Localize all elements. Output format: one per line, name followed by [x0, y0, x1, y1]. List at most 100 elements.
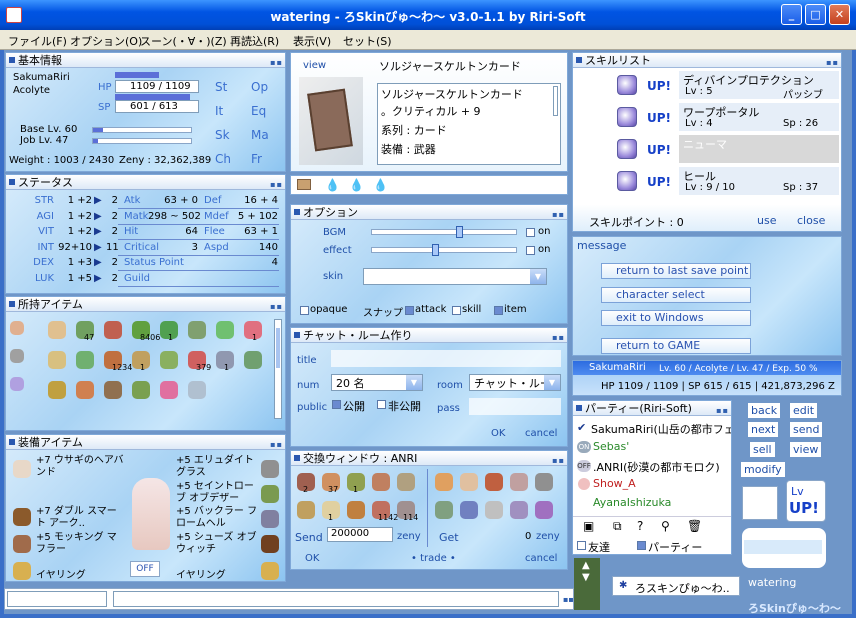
chat-ok-button[interactable]: OK: [491, 428, 505, 439]
send-button[interactable]: send: [790, 422, 823, 437]
equip-glasses[interactable]: +5 エリュダイト グラス: [176, 455, 258, 479]
snap-skill-checkbox[interactable]: [452, 306, 461, 315]
menu-soon[interactable]: スーン(・∀・)(Z): [140, 33, 227, 49]
inventory-item-icon[interactable]: [188, 381, 206, 399]
stat-up-arrow-icon[interactable]: ▶: [94, 195, 102, 206]
party-tool-2-icon[interactable]: ⧉: [613, 519, 622, 534]
trade-get-item-icon[interactable]: [485, 473, 503, 491]
chat-title-input[interactable]: [331, 350, 561, 367]
taskbar-item[interactable]: ✱ ろスキンぴゅ〜わ..: [612, 576, 740, 596]
inventory-item-icon[interactable]: [48, 321, 66, 339]
trade-send-item-icon[interactable]: [372, 473, 390, 491]
equip-robe[interactable]: +5 セイントローブ オブデザー: [176, 481, 258, 505]
view-button[interactable]: view: [790, 442, 822, 457]
trade-get-item-icon[interactable]: [535, 473, 553, 491]
chat-room-header[interactable]: チャット・ルーム作り ▪▪: [291, 328, 567, 343]
opaque-checkbox[interactable]: [300, 306, 309, 315]
skill-up-button[interactable]: UP!: [647, 111, 671, 125]
minimize-button[interactable]: _: [781, 4, 802, 25]
empty-slot[interactable]: [742, 486, 778, 520]
scroll-up-icon[interactable]: ▲: [582, 560, 590, 571]
tab-skill[interactable]: Sk: [215, 128, 230, 142]
tab-friend[interactable]: Fr: [251, 152, 262, 166]
friend-checkbox[interactable]: [577, 541, 586, 550]
party-member-5[interactable]: AyanaIshizuka: [593, 496, 671, 509]
skill-up-button[interactable]: UP!: [647, 79, 671, 93]
inventory-item-icon[interactable]: [76, 381, 94, 399]
equip-muffler[interactable]: +5 モッキング マフラー: [36, 532, 126, 556]
equip-earring-right[interactable]: イヤリング: [176, 566, 226, 581]
bgm-on-checkbox[interactable]: [526, 228, 535, 237]
tab-equip[interactable]: Eq: [251, 104, 266, 118]
inventory-tab-icon[interactable]: [10, 377, 24, 391]
off-toggle[interactable]: OFF: [130, 561, 160, 577]
modify-button[interactable]: modify: [741, 462, 785, 477]
stat-up-arrow-icon[interactable]: ▶: [94, 257, 102, 268]
skill-up-button[interactable]: UP!: [647, 143, 671, 157]
inventory-item-icon[interactable]: [160, 381, 178, 399]
whisper-input[interactable]: [7, 591, 107, 607]
equip-head[interactable]: +7 ウサギのヘアバンド: [36, 455, 126, 479]
effect-slider[interactable]: [371, 244, 517, 256]
options-header[interactable]: オプション ▪▪: [291, 205, 567, 220]
inventory-item-icon[interactable]: [160, 351, 178, 369]
party-header[interactable]: パーティー(Riri-Soft) ▪▪: [573, 401, 731, 416]
party-tool-1-icon[interactable]: ▣: [583, 519, 594, 533]
return-game-button[interactable]: return to GAME: [601, 338, 751, 354]
skill-icon[interactable]: [617, 171, 637, 191]
stat-up-arrow-icon[interactable]: ▶: [94, 211, 102, 222]
inventory-item-icon[interactable]: [216, 321, 234, 339]
send-zeny-input[interactable]: 200000: [327, 527, 393, 542]
equip-earring-left[interactable]: イヤリング: [36, 566, 86, 581]
next-button[interactable]: next: [748, 422, 779, 437]
inventory-item-icon[interactable]: [48, 381, 66, 399]
tab-item[interactable]: It: [215, 104, 223, 118]
skill-up-button[interactable]: UP!: [647, 175, 671, 189]
menu-option[interactable]: オプション(O): [70, 33, 142, 49]
tab-chat[interactable]: Ch: [215, 152, 231, 166]
close-button[interactable]: ✕: [829, 4, 850, 25]
scroll-down-icon[interactable]: ▼: [582, 572, 590, 583]
inventory-item-icon[interactable]: [188, 321, 206, 339]
menu-file[interactable]: ファイル(F): [8, 33, 67, 49]
exit-windows-button[interactable]: exit to Windows: [601, 310, 751, 326]
trade-get-item-icon[interactable]: [435, 473, 453, 491]
stat-up-arrow-icon[interactable]: ▶: [94, 273, 102, 284]
trade-get-item-icon[interactable]: [460, 473, 478, 491]
snap-item-checkbox[interactable]: [494, 306, 503, 315]
skill-icon[interactable]: [617, 139, 637, 159]
inventory-header[interactable]: 所持アイテム ▪▪: [6, 297, 285, 312]
trade-send-item-icon[interactable]: [297, 501, 315, 519]
equip-shield[interactable]: +5 バックラー フロームヘル: [176, 506, 258, 530]
inventory-item-icon[interactable]: [244, 351, 262, 369]
menu-view[interactable]: 表示(V): [293, 33, 331, 49]
party-member-3[interactable]: .ANRI(砂漠の都市モロク): [593, 459, 720, 475]
character-select-button[interactable]: character select: [601, 287, 751, 303]
effect-on-checkbox[interactable]: [526, 246, 535, 255]
search-icon[interactable]: ⚲: [661, 519, 670, 533]
snap-attack-checkbox[interactable]: [405, 306, 414, 315]
trade-cancel-button[interactable]: cancel: [525, 553, 557, 564]
trade-button[interactable]: • trade •: [411, 553, 456, 564]
stat-up-arrow-icon[interactable]: ▶: [94, 226, 102, 237]
trade-get-item-icon[interactable]: [435, 501, 453, 519]
pass-input[interactable]: [469, 398, 561, 415]
skill-close-button[interactable]: close: [797, 214, 825, 227]
trade-send-item-icon[interactable]: [397, 473, 415, 491]
private-checkbox[interactable]: [377, 400, 386, 409]
inventory-item-icon[interactable]: [132, 381, 150, 399]
inventory-item-icon[interactable]: [76, 351, 94, 369]
chat-input[interactable]: [113, 591, 559, 607]
party-member-1[interactable]: SakumaRiri(山岳の都市フェ: [591, 421, 731, 437]
trade-get-item-icon[interactable]: [485, 501, 503, 519]
tab-option[interactable]: Op: [251, 80, 268, 94]
skill-use-button[interactable]: use: [757, 214, 776, 227]
skin-select[interactable]: ▼: [363, 268, 547, 285]
edit-button[interactable]: edit: [790, 403, 818, 418]
tab-status[interactable]: St: [215, 80, 227, 94]
tab-map[interactable]: Ma: [251, 128, 269, 142]
trade-get-item-icon[interactable]: [510, 501, 528, 519]
maximize-button[interactable]: □: [805, 4, 826, 25]
equip-shoes[interactable]: +5 シューズ オブ ウィッチ: [176, 532, 258, 556]
party-member-4[interactable]: Show_A: [593, 477, 636, 490]
